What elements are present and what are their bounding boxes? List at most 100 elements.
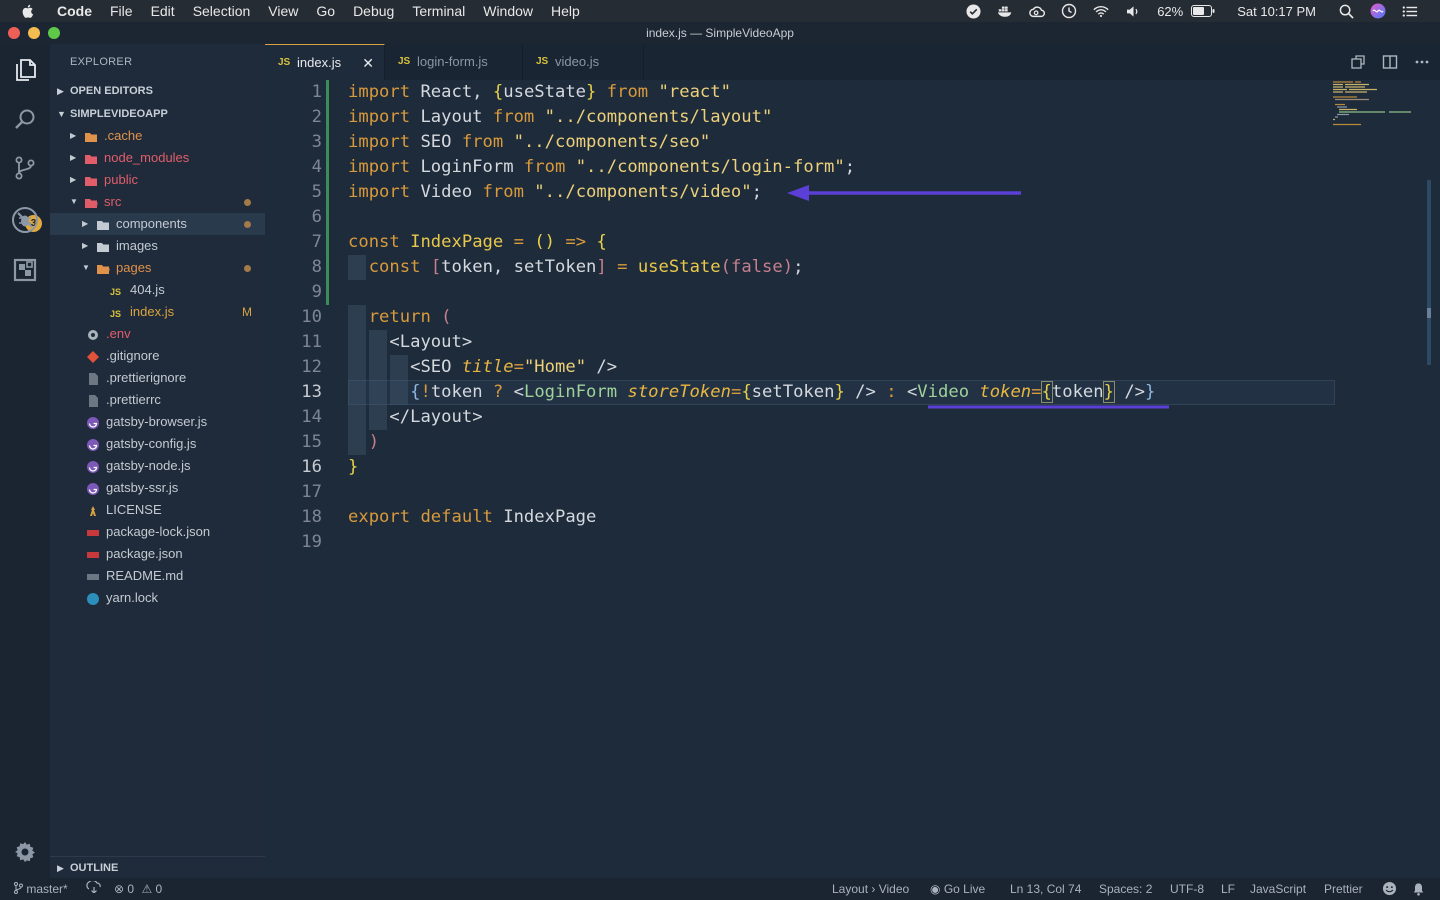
tree-item-gatsby-ssr-js[interactable]: gatsby-ssr.js <box>50 477 265 499</box>
extensions-activity[interactable] <box>0 246 50 294</box>
more-actions-icon[interactable] <box>1414 54 1430 70</box>
manage-activity[interactable] <box>0 828 50 876</box>
tree-item-package-json[interactable]: package.json <box>50 543 265 565</box>
window-titlebar: index.js — SimpleVideoApp <box>0 22 1440 44</box>
spotlight-search-icon[interactable] <box>1338 3 1354 19</box>
encoding[interactable]: UTF-8 <box>1170 878 1204 900</box>
tree-item-cache[interactable]: ▶ .cache <box>50 125 265 147</box>
tree-item-prettierrc[interactable]: .prettierrc <box>50 389 265 411</box>
tree-item-readme-md[interactable]: README.md <box>50 565 265 587</box>
tree-item-components[interactable]: ▶ components <box>50 213 265 235</box>
cursor-position[interactable]: Ln 13, Col 74 <box>1010 878 1081 900</box>
tab-video-js[interactable]: JS video.js <box>523 44 644 80</box>
tree-item-images[interactable]: ▶ images <box>50 235 265 257</box>
chevron-down-icon: ▼ <box>57 109 66 119</box>
debug-icon <box>12 207 38 233</box>
time-machine-icon[interactable] <box>1061 3 1077 19</box>
tree-item-license[interactable]: LICENSE <box>50 499 265 521</box>
breadcrumb[interactable]: Layout › Video <box>832 878 909 900</box>
tree-item-node-modules[interactable]: ▶ node_modules <box>50 147 265 169</box>
menu-help[interactable]: Help <box>542 0 589 22</box>
tree-item-env[interactable]: .env <box>50 323 265 345</box>
tree-item-label: components <box>116 216 187 231</box>
search-activity[interactable] <box>0 96 50 144</box>
tree-item-pages[interactable]: ▼ pages <box>50 257 265 279</box>
gatsby-icon <box>86 437 100 451</box>
outline-section[interactable]: ▶ OUTLINE <box>50 856 265 878</box>
minimap[interactable] <box>1331 80 1421 140</box>
js-file-icon: JS <box>110 283 124 297</box>
explorer-activity[interactable] <box>0 46 50 94</box>
line-number: 10 <box>301 307 322 327</box>
clock[interactable]: Sat 10:17 PM <box>1223 4 1330 19</box>
line-number: 16 <box>301 457 322 477</box>
tree-item-gitignore[interactable]: .gitignore <box>50 345 265 367</box>
line-number: 1 <box>311 82 322 102</box>
menu-terminal[interactable]: Terminal <box>403 0 474 22</box>
problems-indicator[interactable]: ⊗ 0 ⚠ 0 <box>114 878 162 900</box>
annotation-arrow <box>787 185 1021 201</box>
menu-debug[interactable]: Debug <box>344 0 403 22</box>
indentation[interactable]: Spaces: 2 <box>1099 878 1152 900</box>
tab-login-form-js[interactable]: JS login-form.js <box>385 44 523 80</box>
app-menu[interactable]: Code <box>48 0 101 22</box>
modified-dot <box>244 199 251 206</box>
tree-item-public[interactable]: ▶ public <box>50 169 265 191</box>
language-mode[interactable]: JavaScript <box>1250 878 1306 900</box>
tree-item-gatsby-config-js[interactable]: gatsby-config.js <box>50 433 265 455</box>
code-editor[interactable]: 1 2 3 4 5 6 7 8 9 10 11 12 13 14 15 16 17 18 19 import Rea… <box>265 80 1440 878</box>
go-live-button[interactable]: ◉ Go Live <box>930 878 985 900</box>
line-ending[interactable]: LF <box>1221 878 1235 900</box>
tree-item-prettierignore[interactable]: .prettierignore <box>50 367 265 389</box>
git-branch[interactable]: master* <box>14 878 68 900</box>
tab-index-js[interactable]: JS index.js ✕ <box>265 44 385 80</box>
tree-item-yarn-lock[interactable]: yarn.lock <box>50 587 265 609</box>
battery-icon[interactable] <box>1191 3 1215 19</box>
apple-icon[interactable] <box>20 3 36 19</box>
docker-icon[interactable] <box>997 3 1013 19</box>
tree-item-404-js[interactable]: JS 404.js <box>50 279 265 301</box>
open-editors-section[interactable]: ▶ OPEN EDITORS <box>50 80 265 102</box>
creative-cloud-icon[interactable] <box>1029 3 1046 19</box>
tree-item-gatsby-browser-js[interactable]: gatsby-browser.js <box>50 411 265 433</box>
line-number: 19 <box>301 532 322 552</box>
code-line-7: const IndexPage = () => { <box>348 232 607 252</box>
outline-label: OUTLINE <box>70 862 119 874</box>
project-section[interactable]: ▼ SIMPLEVIDEOAPP <box>50 103 265 125</box>
wifi-icon[interactable] <box>1093 3 1109 19</box>
gear-icon <box>15 842 35 862</box>
menu-edit[interactable]: Edit <box>142 0 184 22</box>
menu-window[interactable]: Window <box>474 0 542 22</box>
chevron-right-icon: ▶ <box>57 863 64 873</box>
menu-selection[interactable]: Selection <box>184 0 260 22</box>
checkmark-app-icon[interactable] <box>965 3 981 19</box>
window-minimize-button[interactable] <box>28 27 40 39</box>
volume-icon[interactable] <box>1125 3 1141 19</box>
menu-go[interactable]: Go <box>307 0 344 22</box>
menu-file[interactable]: File <box>101 0 142 22</box>
split-editor-icon[interactable] <box>1382 54 1398 70</box>
tree-item-index-js[interactable]: JS index.js M <box>50 301 265 323</box>
window-close-button[interactable] <box>8 27 20 39</box>
tree-item-gatsby-node-js[interactable]: gatsby-node.js <box>50 455 265 477</box>
tree-item-label: src <box>104 194 122 209</box>
notification-center-icon[interactable] <box>1402 3 1418 19</box>
close-icon[interactable]: ✕ <box>362 45 374 81</box>
menu-view[interactable]: View <box>259 0 307 22</box>
notifications-bell-icon[interactable] <box>1412 878 1425 900</box>
sync-icon[interactable] <box>86 878 102 900</box>
tree-item-label: package.json <box>106 546 183 561</box>
siri-icon[interactable] <box>1370 3 1386 19</box>
gatsby-icon <box>86 415 100 429</box>
debug-activity[interactable] <box>0 196 50 244</box>
tree-item-package-lock-json[interactable]: package-lock.json <box>50 521 265 543</box>
open-changes-icon[interactable] <box>1350 54 1366 70</box>
tree-item-src[interactable]: ▼ src <box>50 191 265 213</box>
source-control-activity[interactable] <box>0 144 50 192</box>
status-bar: master* ⊗ 0 ⚠ 0 Layout › Video ◉ Go Live… <box>0 878 1440 900</box>
feedback-smiley-icon[interactable] <box>1382 878 1397 900</box>
formatter[interactable]: Prettier <box>1324 878 1363 900</box>
window-zoom-button[interactable] <box>48 27 60 39</box>
branch-name: master* <box>26 882 68 896</box>
tab-label: index.js <box>297 55 342 70</box>
